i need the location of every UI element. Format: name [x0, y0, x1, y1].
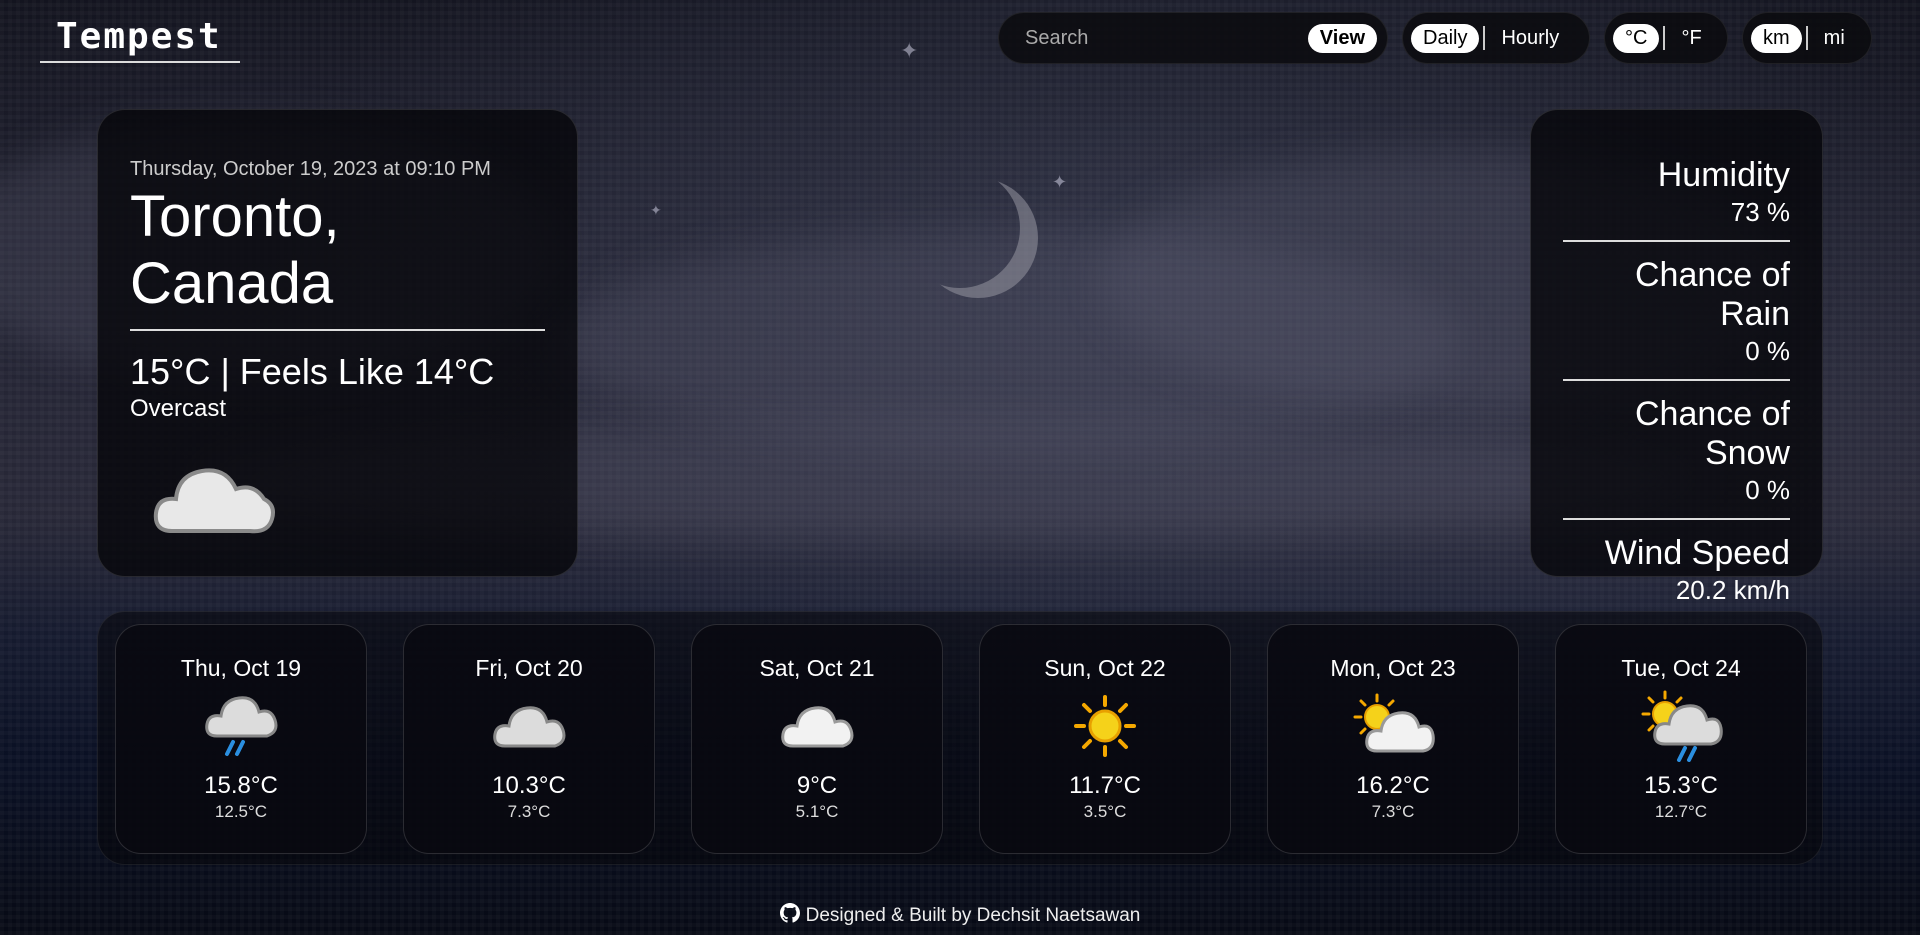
forecast-low-temp: 3.5°C: [1083, 802, 1127, 821]
forecast-high-temp: 11.7°C: [1069, 772, 1141, 799]
toggle-separator: [1663, 26, 1666, 50]
forecast-day-card[interactable]: Fri, Oct 20 10.3°C 7.3°C: [403, 624, 655, 854]
moon-decoration: [900, 168, 1020, 288]
footer: Designed & Built by Dechsit Naetsawan: [0, 903, 1920, 929]
stat-value: 0 %: [1745, 336, 1790, 366]
forecast-high-temp: 15.3°C: [1644, 772, 1718, 799]
rain-cloud-icon: [116, 686, 366, 766]
forecast-low-temp: 12.7°C: [1654, 802, 1708, 821]
fahrenheit-option[interactable]: °F: [1669, 24, 1713, 53]
search-bar: View: [998, 12, 1388, 64]
footer-credit[interactable]: Designed & Built by Dechsit Naetsawan: [806, 905, 1141, 927]
forecast-day-label: Fri, Oct 20: [475, 655, 583, 681]
sun-icon: [980, 686, 1230, 766]
divider: [1563, 240, 1790, 242]
hourly-option[interactable]: Hourly: [1489, 24, 1571, 53]
forecast-low-temp: 5.1°C: [795, 802, 839, 821]
star-decoration: ✦: [1052, 172, 1068, 192]
current-temperature: 15°C | Feels Like 14°C: [130, 351, 495, 392]
star-decoration: ✦: [650, 202, 662, 218]
weather-stats-card: Humidity 73 % Chance of Rain 0 % Chance …: [1530, 109, 1823, 605]
stat-chance-of-snow: Chance of Snow 0 %: [1563, 395, 1790, 506]
toggle-separator: [1805, 26, 1808, 50]
app-logo[interactable]: Tempest: [40, 16, 240, 63]
stat-label: Chance of Snow: [1635, 395, 1790, 472]
search-input[interactable]: [1023, 25, 1308, 51]
partly-cloudy-rain-icon: [1556, 686, 1806, 766]
stat-wind-speed: Wind Speed 20.2 km/h: [1563, 534, 1790, 606]
cloud-icon: [692, 686, 942, 766]
current-weather-card: Thursday, October 19, 2023 at 09:10 PM T…: [97, 109, 578, 577]
forecast-high-temp: 16.2°C: [1356, 772, 1430, 799]
forecast-day-label: Tue, Oct 24: [1621, 655, 1741, 681]
daily-forecast-panel: Thu, Oct 19 15.8°C 12.5°C Fri, Oct 20 10…: [97, 611, 1823, 865]
toggle-separator: [1483, 26, 1486, 50]
stat-label: Chance of Rain: [1635, 256, 1790, 333]
stat-chance-of-rain: Chance of Rain 0 %: [1563, 256, 1790, 367]
forecast-day-card[interactable]: Thu, Oct 19 15.8°C 12.5°C: [115, 624, 367, 854]
stat-value: 20.2 km/h: [1675, 575, 1790, 605]
forecast-high-temp: 9°C: [796, 772, 838, 799]
stat-label: Humidity: [1657, 156, 1790, 194]
stat-value: 0 %: [1745, 475, 1790, 505]
forecast-low-temp: 12.5°C: [214, 802, 268, 821]
view-button[interactable]: View: [1307, 23, 1377, 53]
divider: [1563, 379, 1790, 381]
forecast-day-card[interactable]: Tue, Oct 24 15.3°C 12.7°C: [1555, 624, 1807, 854]
cloud-icon: [404, 686, 654, 766]
forecast-day-card[interactable]: Mon, Oct 23 16.2°C 7.3°C: [1267, 624, 1519, 854]
forecast-low-temp: 7.3°C: [1371, 802, 1415, 821]
forecast-day-label: Mon, Oct 23: [1330, 655, 1456, 681]
partly-cloudy-icon: [1268, 686, 1518, 766]
mode-toggle: Daily Hourly: [1402, 12, 1590, 64]
current-condition: Overcast: [130, 395, 227, 422]
forecast-high-temp: 15.8°C: [204, 772, 278, 799]
forecast-day-label: Sun, Oct 22: [1044, 655, 1166, 681]
location-name: Toronto, Canada: [130, 184, 340, 316]
km-option[interactable]: km: [1751, 23, 1802, 53]
forecast-day-label: Thu, Oct 19: [180, 655, 302, 681]
forecast-day-card[interactable]: Sat, Oct 21 9°C 5.1°C: [691, 624, 943, 854]
stat-value: 73 %: [1730, 197, 1790, 227]
forecast-day-label: Sat, Oct 21: [759, 655, 875, 681]
divider: [130, 329, 545, 331]
celsius-option[interactable]: °C: [1613, 23, 1660, 53]
forecast-low-temp: 7.3°C: [507, 802, 551, 821]
daily-option[interactable]: Daily: [1411, 23, 1480, 53]
divider: [1563, 518, 1790, 520]
forecast-high-temp: 10.3°C: [492, 772, 566, 799]
distance-unit-toggle: km mi: [1742, 12, 1872, 64]
forecast-day-card[interactable]: Sun, Oct 22 11.7°C 3.5°C: [979, 624, 1231, 854]
cloud-icon: [150, 453, 545, 548]
stat-label: Wind Speed: [1604, 534, 1790, 572]
stat-humidity: Humidity 73 %: [1563, 156, 1790, 228]
mi-option[interactable]: mi: [1812, 24, 1857, 53]
star-decoration: ✦: [900, 38, 919, 63]
current-datetime: Thursday, October 19, 2023 at 09:10 PM: [130, 158, 491, 180]
github-icon[interactable]: [779, 903, 800, 929]
temperature-unit-toggle: °C °F: [1604, 12, 1728, 64]
